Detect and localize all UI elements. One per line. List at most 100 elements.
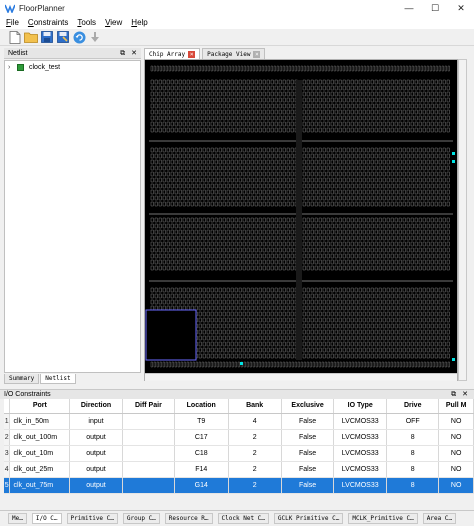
cell-io-type[interactable]: LVCMOS33 — [333, 461, 388, 478]
save-icon[interactable] — [40, 30, 54, 44]
cell-drive[interactable]: 8 — [386, 429, 440, 446]
cell-bank[interactable]: 2 — [228, 461, 282, 478]
refresh-icon[interactable] — [72, 30, 86, 44]
cell-diff-pair[interactable] — [122, 445, 175, 462]
header-location[interactable]: Location — [174, 399, 229, 414]
new-file-icon[interactable] — [8, 30, 22, 44]
cell-location[interactable]: T9 — [174, 413, 229, 430]
status-tab[interactable]: I/O C… — [31, 513, 62, 524]
status-tab[interactable]: GCLK Primitive C… — [273, 513, 344, 524]
cell-diff-pair[interactable] — [122, 413, 175, 430]
status-tab[interactable]: Primitive C… — [66, 513, 118, 524]
menu-tools[interactable]: Tools — [77, 18, 96, 27]
tab-chip-array[interactable]: Chip Array × — [144, 48, 201, 59]
status-tab[interactable]: Clock Net C… — [217, 513, 269, 524]
open-folder-icon[interactable] — [24, 30, 38, 44]
horizontal-scrollbar[interactable] — [145, 373, 457, 381]
cell-port[interactable]: clk_out_75m — [9, 477, 71, 494]
status-tab[interactable]: Resource R… — [164, 513, 213, 524]
float-icon[interactable]: ⧉ — [120, 48, 125, 59]
cell-port[interactable]: clk_in_50m — [9, 413, 71, 430]
table-row[interactable]: 2 clk_out_100m output C17 2 False LVCMOS33 8 NO — [4, 429, 474, 446]
cell-location[interactable]: C17 — [174, 429, 229, 446]
cell-drive[interactable]: 8 — [386, 461, 440, 478]
menu-help[interactable]: Help — [131, 18, 147, 27]
header-exclusive[interactable]: Exclusive — [281, 399, 335, 414]
cell-drive[interactable]: OFF — [386, 413, 440, 430]
cell-direction[interactable]: output — [69, 477, 123, 494]
save-as-icon[interactable] — [56, 30, 70, 44]
center-spine — [296, 80, 302, 360]
table-row[interactable]: 3 clk_out_10m output C18 2 False LVCMOS33 8 NO — [4, 445, 474, 462]
header-bank[interactable]: Bank — [228, 399, 282, 414]
tab-label: Package View — [207, 50, 251, 58]
download-icon[interactable] — [88, 30, 102, 44]
cell-bank[interactable]: 4 — [228, 413, 282, 430]
cell-exclusive[interactable]: False — [281, 461, 335, 478]
cell-location[interactable]: C18 — [174, 445, 229, 462]
cell-port[interactable]: clk_out_10m — [9, 445, 71, 462]
vertical-scrollbar[interactable] — [458, 59, 467, 381]
header-diff-pair[interactable]: Diff Pair — [122, 399, 175, 414]
cell-diff-pair[interactable] — [122, 429, 175, 446]
cell-bank[interactable]: 2 — [228, 429, 282, 446]
close-icon[interactable]: ✕ — [131, 48, 137, 59]
cell-drive[interactable]: 8 — [386, 445, 440, 462]
cell-diff-pair[interactable] — [122, 461, 175, 478]
cell-direction[interactable]: input — [69, 413, 123, 430]
close-button[interactable]: ✕ — [448, 0, 474, 16]
header-io-type[interactable]: IO Type — [333, 399, 388, 414]
cell-diff-pair[interactable] — [122, 477, 175, 494]
status-tab[interactable]: Area C… — [422, 513, 457, 524]
bottom-panel-tabs: Me… I/O C… Primitive C… Group C… Resource R…… — [0, 510, 474, 526]
menu-view[interactable]: View — [105, 18, 122, 27]
tab-close-icon[interactable]: × — [188, 50, 196, 58]
chip-array-canvas[interactable] — [145, 60, 457, 373]
maximize-button[interactable]: ☐ — [422, 0, 448, 16]
cell-pull[interactable]: NO — [438, 413, 474, 430]
tree-item-clock-test[interactable]: › clock_test — [5, 62, 140, 73]
cell-location[interactable]: F14 — [174, 461, 229, 478]
cell-exclusive[interactable]: False — [281, 477, 335, 494]
cell-io-type[interactable]: LVCMOS33 — [333, 413, 388, 430]
cell-direction[interactable]: output — [69, 461, 123, 478]
cell-direction[interactable]: output — [69, 429, 123, 446]
cell-drive[interactable]: 8 — [386, 477, 440, 494]
menu-file[interactable]: File — [6, 18, 19, 27]
io-constraints-title: I/O Constraints — [4, 391, 51, 398]
tab-package-view[interactable]: Package View × — [202, 48, 266, 59]
header-direction[interactable]: Direction — [69, 399, 123, 414]
header-port[interactable]: Port — [9, 399, 71, 414]
cell-pull[interactable]: NO — [438, 477, 474, 494]
cell-port[interactable]: clk_out_100m — [9, 429, 71, 446]
cell-location[interactable]: G14 — [174, 477, 229, 494]
cell-bank[interactable]: 2 — [228, 477, 282, 494]
menu-constraints[interactable]: Constraints — [28, 18, 68, 27]
table-row[interactable]: 5 clk_out_75m output G14 2 False LVCMOS33 8 NO — [4, 477, 474, 494]
expand-arrow-icon[interactable]: › — [8, 64, 17, 71]
tab-close-icon[interactable]: × — [253, 50, 261, 58]
status-tab[interactable]: Group C… — [122, 513, 160, 524]
selected-region — [145, 309, 197, 361]
tab-summary[interactable]: Summary — [4, 374, 40, 384]
cell-pull[interactable]: NO — [438, 429, 474, 446]
cell-io-type[interactable]: LVCMOS33 — [333, 477, 388, 494]
cell-exclusive[interactable]: False — [281, 429, 335, 446]
cell-exclusive[interactable]: False — [281, 445, 335, 462]
status-tab[interactable]: Me… — [8, 513, 27, 524]
cell-exclusive[interactable]: False — [281, 413, 335, 430]
cell-bank[interactable]: 2 — [228, 445, 282, 462]
table-row[interactable]: 1 clk_in_50m input T9 4 False LVCMOS33 OFF NO — [4, 413, 474, 430]
cell-io-type[interactable]: LVCMOS33 — [333, 445, 388, 462]
status-tab[interactable]: MCLK_Primitive C… — [348, 513, 418, 524]
cell-io-type[interactable]: LVCMOS33 — [333, 429, 388, 446]
header-pull-mode[interactable]: Pull M — [438, 399, 474, 414]
header-drive[interactable]: Drive — [386, 399, 440, 414]
cell-port[interactable]: clk_out_25m — [9, 461, 71, 478]
table-row[interactable]: 4 clk_out_25m output F14 2 False LVCMOS33 8 NO — [4, 461, 474, 478]
cell-direction[interactable]: output — [69, 445, 123, 462]
cell-pull[interactable]: NO — [438, 445, 474, 462]
cell-pull[interactable]: NO — [438, 461, 474, 478]
minimize-button[interactable]: — — [396, 0, 422, 16]
tab-netlist[interactable]: Netlist — [40, 374, 76, 384]
